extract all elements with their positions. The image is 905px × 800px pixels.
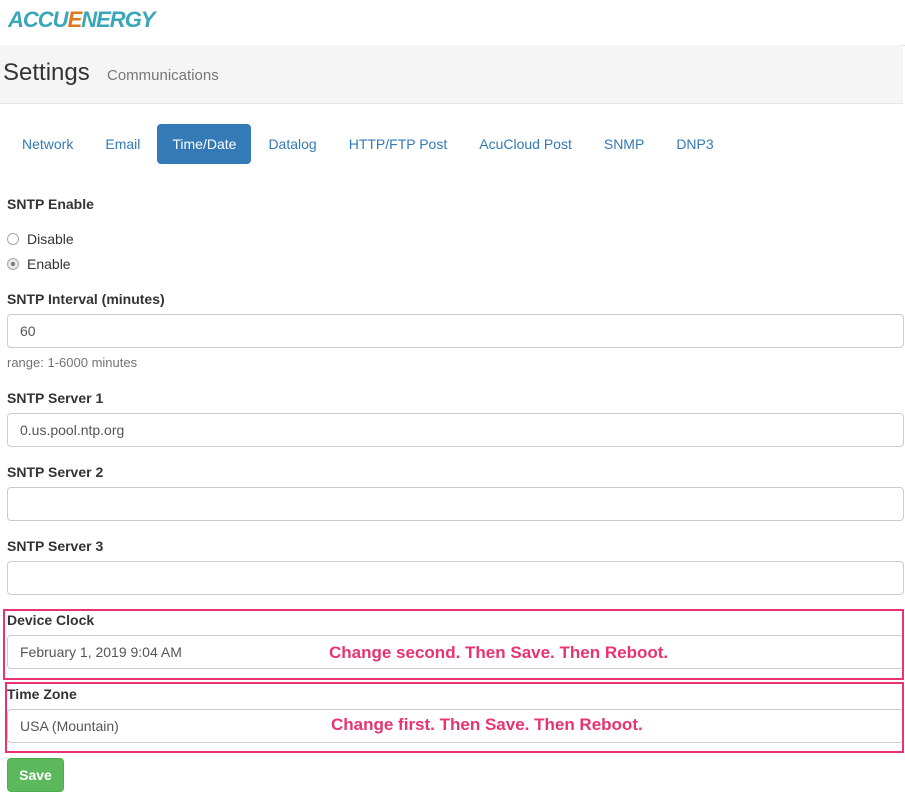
sntp-server-3-label: SNTP Server 3 [7, 538, 104, 554]
sntp-interval-label: SNTP Interval (minutes) [7, 291, 165, 307]
sntp-enable-label: SNTP Enable [7, 196, 94, 212]
sntp-server-2-label: SNTP Server 2 [7, 464, 104, 480]
radio-enable[interactable] [7, 258, 19, 270]
logo-mark: E [67, 7, 83, 32]
brand-logo: ACCUENERGY [8, 7, 156, 33]
tab-dnp3[interactable]: DNP3 [661, 124, 728, 164]
page-subtitle: Communications [107, 67, 219, 84]
radio-disable[interactable] [7, 233, 19, 245]
save-button[interactable]: Save [7, 758, 64, 792]
tab-http-ftp-post[interactable]: HTTP/FTP Post [334, 124, 463, 164]
page-title: Settings [3, 59, 90, 86]
tab-datalog[interactable]: Datalog [253, 124, 331, 164]
sntp-server-1-input[interactable]: 0.us.pool.ntp.org [7, 413, 904, 447]
sntp-server-2-input[interactable] [7, 487, 904, 521]
time-zone-annotation: Change first. Then Save. Then Reboot. [331, 715, 643, 734]
tab-email[interactable]: Email [90, 124, 155, 164]
radio-disable-label: Disable [27, 231, 74, 247]
sntp-interval-help: range: 1-6000 minutes [7, 355, 138, 370]
logo-bar: ACCUENERGY [0, 0, 905, 46]
logo-suffix: NERGY [81, 7, 155, 32]
logo-prefix: ACCU [8, 7, 69, 32]
sntp-interval-input[interactable]: 60 [7, 314, 904, 348]
tab-network[interactable]: Network [7, 124, 88, 164]
tab-acucloud-post[interactable]: AcuCloud Post [464, 124, 587, 164]
tab-snmp[interactable]: SNMP [589, 124, 659, 164]
sntp-enable-option[interactable]: Enable [7, 256, 71, 272]
sntp-server-1-label: SNTP Server 1 [7, 390, 104, 406]
tab-time-date[interactable]: Time/Date [157, 124, 252, 164]
device-clock-annotation: Change second. Then Save. Then Reboot. [329, 643, 669, 662]
radio-enable-label: Enable [27, 256, 71, 272]
sntp-disable-option[interactable]: Disable [7, 231, 74, 247]
sntp-server-3-input[interactable] [7, 561, 904, 595]
settings-tabs: Network Email Time/Date Datalog HTTP/FTP… [7, 124, 731, 164]
